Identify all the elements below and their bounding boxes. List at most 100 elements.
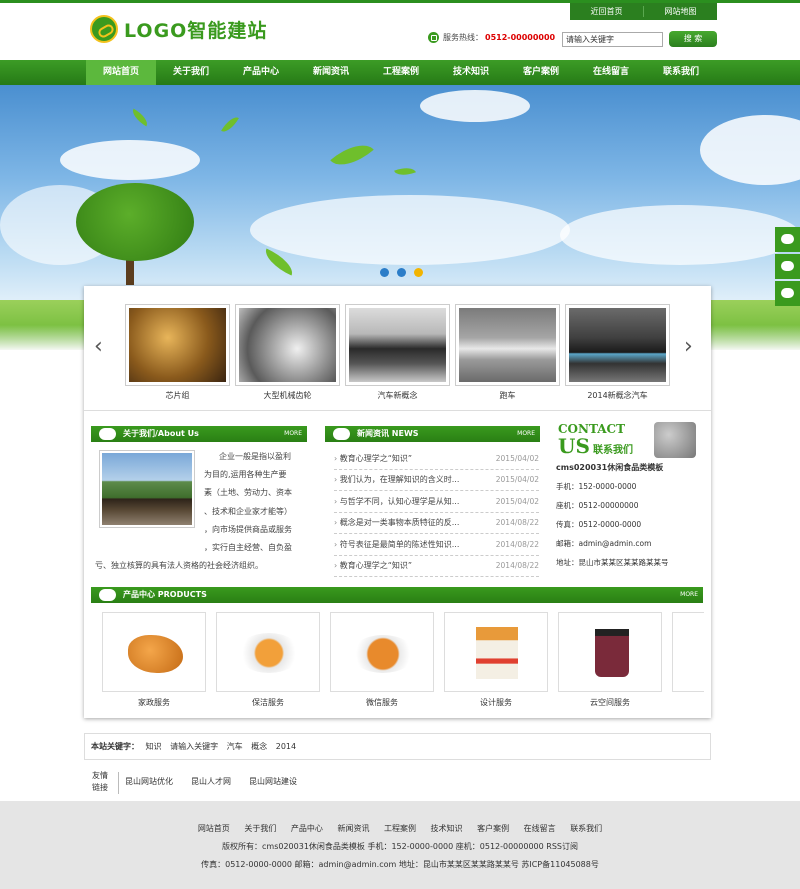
carousel-caption: 跑车 (499, 391, 516, 400)
product-item[interactable]: 微信服务 (330, 612, 434, 708)
footer-nav-item[interactable]: 关于我们 (244, 824, 276, 833)
keyword-link[interactable]: 请输入关键字 (170, 742, 218, 751)
product-item[interactable]: 保洁服务 (216, 612, 320, 708)
pig-icon (99, 589, 116, 601)
carousel-prev-icon[interactable]: ‹ (94, 336, 108, 360)
footer-nav-item[interactable]: 在线留言 (524, 824, 556, 833)
friend-links-label: 友情链接 (92, 771, 108, 792)
news-item[interactable]: 教育心理学之“知识” 2015/04/02 (334, 448, 539, 470)
nav-item-news[interactable]: 新闻资讯 (296, 60, 366, 85)
footer-nav-item[interactable]: 客户案例 (477, 824, 509, 833)
cloud (420, 90, 530, 122)
contact-mobile: 手机：152-0000-0000 (556, 482, 637, 491)
products-header: 产品中心 PRODUCTS MORE (91, 587, 703, 603)
about-more-link[interactable]: MORE (284, 426, 302, 442)
news-item-date: 2015/04/02 (495, 453, 539, 463)
keyword-link[interactable]: 概念 (251, 742, 267, 751)
contact-email: 邮箱：admin@admin.com (556, 539, 652, 548)
news-item-date: 2015/04/02 (495, 496, 539, 506)
keyword-link[interactable]: 2014 (276, 742, 296, 751)
logo-icon (90, 15, 118, 43)
contact-header: CONTACT US 联系我们 (558, 422, 708, 462)
keyword-link[interactable]: 汽车 (227, 742, 243, 751)
footer-nav: 网站首页 关于我们 产品中心 新闻资讯 工程案例 技术知识 客户案例 在线留言 … (0, 823, 800, 834)
product-caption: 家政服务 (138, 698, 170, 707)
news-item-date: 2014/08/22 (495, 539, 539, 549)
nav-item-about[interactable]: 关于我们 (156, 60, 226, 85)
wechat-icon[interactable] (775, 227, 800, 252)
cloud (560, 205, 800, 265)
nav-item-contact[interactable]: 联系我们 (646, 60, 716, 85)
footer-nav-item[interactable]: 联系我们 (570, 824, 602, 833)
phone-icon (428, 32, 439, 43)
products-title: 产品中心 PRODUCTS (123, 590, 207, 599)
carousel-image (235, 304, 340, 386)
carousel-caption: 芯片组 (165, 391, 190, 400)
nav-item-products[interactable]: 产品中心 (226, 60, 296, 85)
product-image (672, 612, 704, 692)
carousel-next-icon[interactable]: › (684, 336, 698, 360)
search-input[interactable] (562, 32, 663, 47)
news-item[interactable]: 与哲学不同，认知心理学是从知... 2015/04/02 (334, 491, 539, 513)
nav-item-knowledge[interactable]: 技术知识 (436, 60, 506, 85)
hotline: 服务热线： 0512-00000000 (428, 32, 555, 43)
footer-nav-item[interactable]: 新闻资讯 (337, 824, 369, 833)
news-item[interactable]: 概念是对一类事物本质特征的反... 2014/08/22 (334, 513, 539, 534)
tree-icon (76, 183, 194, 261)
site-logo[interactable]: LOGO智能建站 (90, 15, 267, 43)
product-item-partial[interactable] (672, 612, 704, 708)
about-line: 、技术和企业家才能等） (204, 506, 292, 516)
carousel-item[interactable]: 大型机械齿轮 (235, 304, 340, 401)
leaf-icon (330, 134, 374, 176)
keyword-label: 本站关键字： (91, 742, 139, 751)
leaf-icon (129, 108, 151, 127)
header: 近回首页 网站地图 LOGO智能建站 服务热线： 0512-00000000 搜… (0, 0, 800, 60)
footer-nav-item[interactable]: 工程案例 (384, 824, 416, 833)
news-more-link[interactable]: MORE (517, 426, 535, 442)
carousel-item[interactable]: 汽车新概念 (345, 304, 450, 401)
product-item[interactable]: 家政服务 (102, 612, 206, 708)
product-image (216, 612, 320, 692)
friend-link[interactable]: 昆山网站建设 (249, 776, 297, 787)
friend-link[interactable]: 昆山人才网 (191, 776, 231, 787)
footer-nav-item[interactable]: 技术知识 (431, 824, 463, 833)
footer-nav-item[interactable]: 网站首页 (198, 824, 230, 833)
banner-dot-2[interactable] (397, 268, 406, 277)
news-item-title: 教育心理学之“知识” (334, 453, 412, 464)
footer-nav-item[interactable]: 产品中心 (291, 824, 323, 833)
qq-icon[interactable] (775, 281, 800, 306)
carousel-item[interactable]: 跑车 (455, 304, 560, 401)
news-item-date: 2014/08/22 (495, 561, 539, 571)
logo-text: LOGO智能建站 (124, 19, 268, 42)
top-link-sitemap[interactable]: 网站地图 (644, 3, 717, 20)
hotline-number: 0512-00000000 (485, 33, 556, 42)
news-item[interactable]: 我们认为，在理解知识的含义时... 2015/04/02 (334, 470, 539, 491)
nav-item-cases[interactable]: 工程案例 (366, 60, 436, 85)
news-item[interactable]: 教育心理学之“知识” 2014/08/22 (334, 556, 539, 577)
service-icon[interactable] (775, 254, 800, 279)
carousel-item[interactable]: 芯片组 (125, 304, 230, 401)
cloud (60, 140, 200, 180)
friend-link[interactable]: 昆山网站优化 (125, 776, 173, 787)
contact-address: 地址：昆山市某某区某某路某某号 (556, 558, 669, 567)
carousel-item[interactable]: 2014新概念汽车 (565, 304, 670, 401)
news-item[interactable]: 符号表征是最简单的陈述性知识... 2014/08/22 (334, 534, 539, 556)
nav-item-message[interactable]: 在线留言 (576, 60, 646, 85)
carousel-caption: 大型机械齿轮 (263, 391, 312, 400)
carousel-image (455, 304, 560, 386)
nav-item-clients[interactable]: 客户案例 (506, 60, 576, 85)
carousel-image (345, 304, 450, 386)
keyword-link[interactable]: 知识 (146, 742, 162, 751)
products-more-link[interactable]: MORE (680, 587, 698, 603)
product-item[interactable]: 云空间服务 (558, 612, 662, 708)
about-line: 为目的,运用各种生产要 (204, 470, 287, 480)
banner-dot-1[interactable] (380, 268, 389, 277)
banner-dot-3[interactable] (414, 268, 423, 277)
top-link-home[interactable]: 近回首页 (570, 3, 643, 20)
nav-item-home[interactable]: 网站首页 (86, 60, 156, 85)
product-image (444, 612, 548, 692)
footer: 网站首页 关于我们 产品中心 新闻资讯 工程案例 技术知识 客户案例 在线留言 … (0, 801, 800, 889)
product-image (102, 612, 206, 692)
search-button[interactable]: 搜 索 (669, 31, 717, 47)
product-item[interactable]: 设计服务 (444, 612, 548, 708)
